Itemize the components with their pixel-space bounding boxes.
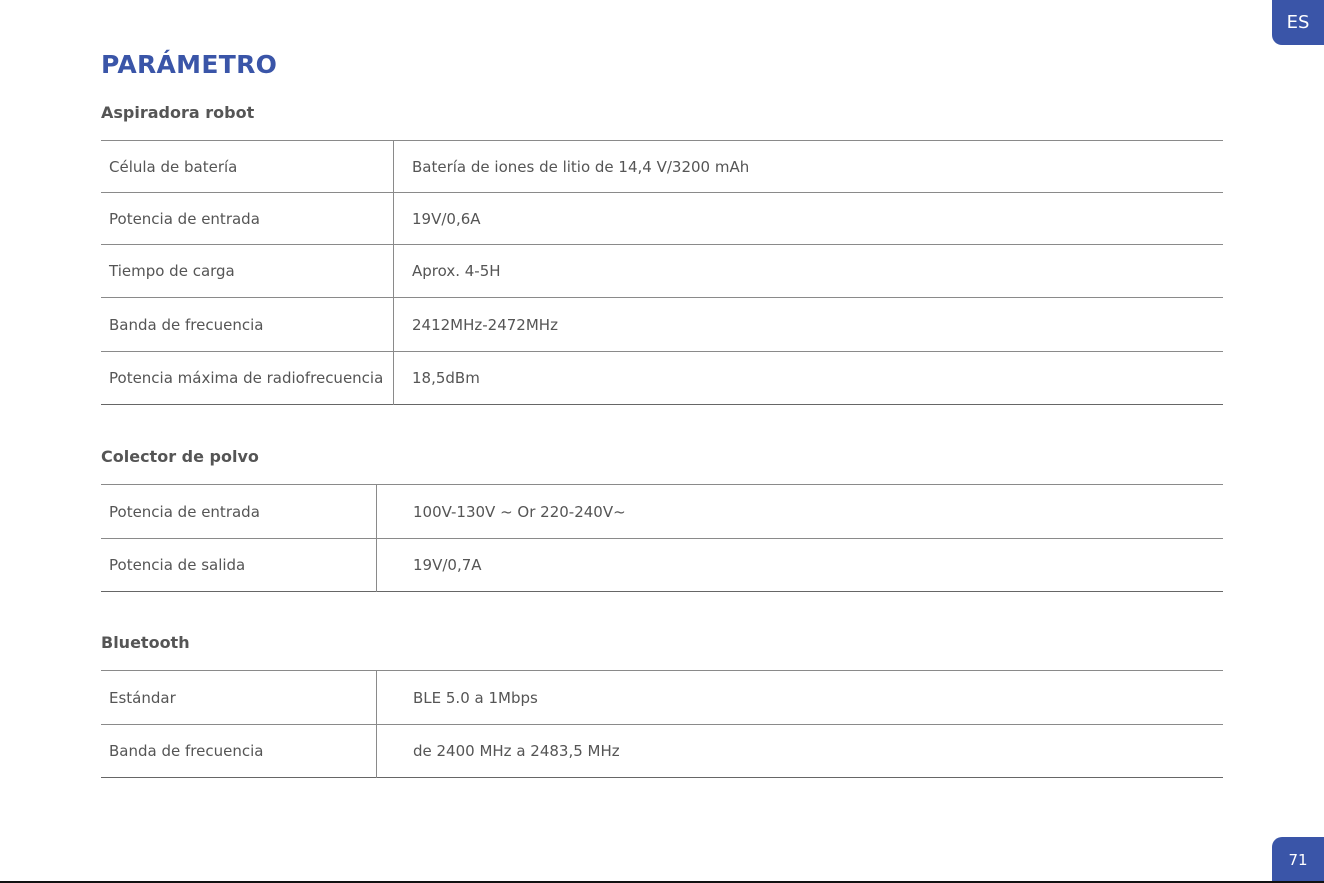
- table-row: Potencia de entrada 100V-130V ~ Or 220-2…: [101, 484, 1223, 539]
- section-heading-dust-collector: Colector de polvo: [101, 447, 259, 466]
- table-row: Potencia de entrada 19V/0,6A: [101, 192, 1223, 245]
- row-label: Potencia máxima de radiofrecuencia: [101, 351, 394, 405]
- row-value: 18,5dBm: [412, 369, 480, 387]
- row-value: 19V/0,6A: [412, 209, 481, 228]
- table-row: Estándar BLE 5.0 a 1Mbps: [101, 670, 1223, 725]
- row-value: Aprox. 4-5H: [412, 262, 501, 280]
- table-row: Potencia máxima de radiofrecuencia 18,5d…: [101, 351, 1223, 405]
- row-value: BLE 5.0 a 1Mbps: [413, 688, 538, 707]
- section-heading-bluetooth: Bluetooth: [101, 633, 190, 652]
- row-value: 19V/0,7A: [413, 556, 482, 574]
- section-heading-robot: Aspiradora robot: [101, 103, 255, 122]
- row-label: Potencia de salida: [101, 538, 377, 592]
- row-label: Potencia de entrada: [101, 192, 394, 245]
- page-number: 71: [1272, 837, 1324, 883]
- page-title: PARÁMETRO: [101, 50, 278, 79]
- spec-table-bluetooth: Estándar BLE 5.0 a 1Mbps Banda de frecue…: [101, 670, 1223, 778]
- row-label: Banda de frecuencia: [101, 724, 377, 778]
- table-row: Tiempo de carga Aprox. 4-5H: [101, 244, 1223, 298]
- table-row: Célula de batería Batería de iones de li…: [101, 140, 1223, 193]
- language-tab: ES: [1272, 0, 1324, 45]
- row-value: 100V-130V ~ Or 220-240V~: [413, 502, 626, 521]
- row-label: Célula de batería: [101, 140, 394, 193]
- row-label: Banda de frecuencia: [101, 297, 394, 352]
- table-row: Potencia de salida 19V/0,7A: [101, 538, 1223, 592]
- spec-table-dust-collector: Potencia de entrada 100V-130V ~ Or 220-2…: [101, 484, 1223, 592]
- row-value: de 2400 MHz a 2483,5 MHz: [413, 742, 620, 760]
- row-value: Batería de iones de litio de 14,4 V/3200…: [412, 157, 750, 176]
- row-label: Potencia de entrada: [101, 484, 377, 539]
- table-row: Banda de frecuencia 2412MHz-2472MHz: [101, 297, 1223, 352]
- row-label: Estándar: [101, 670, 377, 725]
- spec-table-robot: Célula de batería Batería de iones de li…: [101, 140, 1223, 405]
- row-label: Tiempo de carga: [101, 244, 394, 298]
- table-row: Banda de frecuencia de 2400 MHz a 2483,5…: [101, 724, 1223, 778]
- row-value: 2412MHz-2472MHz: [412, 315, 558, 334]
